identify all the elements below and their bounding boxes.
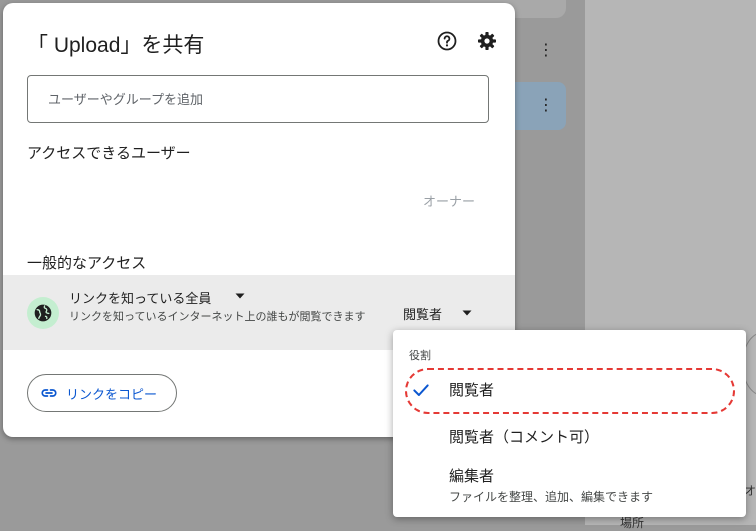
gear-icon	[478, 32, 496, 50]
role-option-label: 閲覧者（コメント可）	[449, 428, 600, 446]
link-icon	[41, 389, 57, 397]
add-people-field[interactable]	[27, 75, 489, 123]
more-vert-icon: ⋮	[538, 95, 554, 114]
add-people-input[interactable]	[28, 76, 488, 122]
copy-link-label: リンクをコピー	[66, 387, 158, 403]
general-access-heading: 一般的なアクセス	[27, 255, 147, 272]
globe-icon-badge	[27, 297, 59, 329]
role-menu-header: 役割	[409, 349, 431, 362]
help-circle-icon	[437, 31, 457, 51]
globe-icon	[34, 304, 52, 322]
dialog-title: 「 Upload」を共有	[27, 34, 205, 57]
more-vert-icon: ⋮	[538, 40, 554, 59]
role-option-editor[interactable]: 編集者 ファイルを整理、追加、編集できます	[393, 460, 746, 510]
role-dropdown[interactable]: 閲覧者	[403, 304, 442, 323]
settings-button[interactable]	[475, 29, 499, 53]
selection-highlight-annotation	[405, 368, 735, 414]
people-with-access-heading: アクセスできるユーザー	[27, 145, 191, 162]
caret-down-icon[interactable]	[460, 306, 474, 320]
role-option-label: 編集者	[449, 467, 495, 485]
role-option-commenter[interactable]: 閲覧者（コメント可）	[393, 420, 746, 452]
copy-link-button[interactable]: リンクをコピー	[27, 374, 177, 412]
help-button[interactable]	[435, 29, 459, 53]
caret-down-icon[interactable]	[233, 289, 247, 303]
access-scope-dropdown[interactable]: リンクを知っている全員	[69, 288, 211, 307]
role-option-description: ファイルを整理、追加、編集できます	[449, 490, 654, 504]
owner-label: オーナー	[423, 195, 476, 210]
access-description: リンクを知っているインターネット上の誰もが閲覧できます	[69, 310, 366, 323]
role-menu: 役割 閲覧者 閲覧者（コメント可） 編集者 ファイルを整理、追加、編集できます	[393, 330, 746, 517]
